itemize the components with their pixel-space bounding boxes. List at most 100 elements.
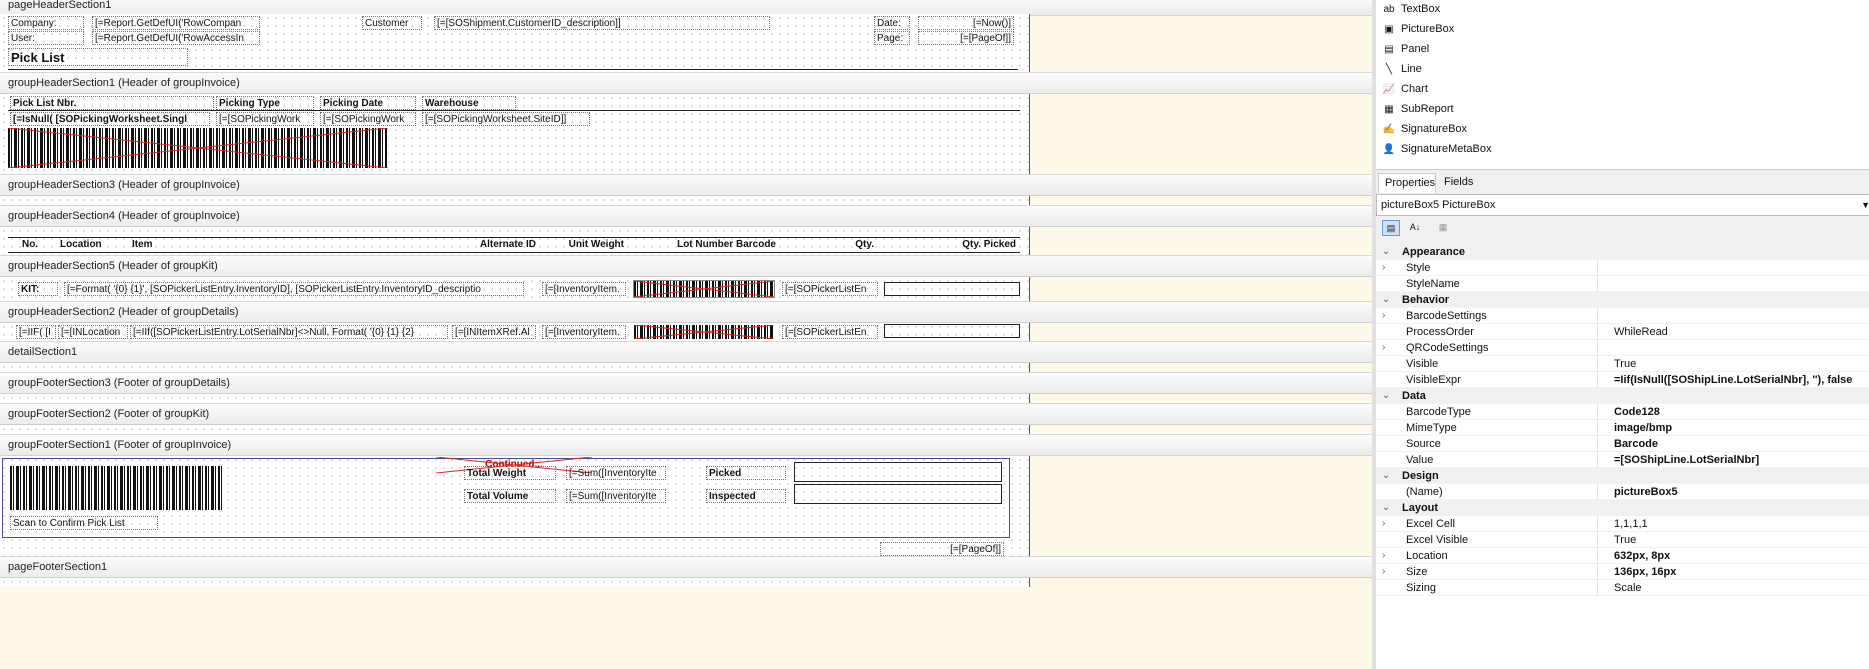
picking-date-label[interactable]: Picking Date <box>320 96 416 110</box>
kit-qty-box[interactable] <box>884 282 1020 296</box>
property-value[interactable]: Scale <box>1614 580 1869 596</box>
total-weight-value[interactable]: [=Sum([InventoryIte <box>566 466 666 480</box>
page-title[interactable]: Pick List <box>8 48 188 66</box>
object-selector[interactable]: pictureBox5 PictureBox ▼ <box>1376 194 1869 216</box>
col-location[interactable]: Location <box>58 238 128 252</box>
collapse-icon[interactable]: ⌄ <box>1382 388 1392 404</box>
toolbox-item-signaturemetabox[interactable]: 👤 SignatureMetaBox <box>1382 140 1492 158</box>
customer-label[interactable]: Customer <box>362 16 422 30</box>
section-group-header-2[interactable]: [=IIF( [I [=[INLocation [=IIf([SOPickerL… <box>0 323 1030 341</box>
property-row[interactable]: VisibleExpr =Iif(IsNull([SOShipLine.LotSe… <box>1376 372 1869 388</box>
property-value[interactable]: =Iif(IsNull([SOShipLine.LotSerialNbr], '… <box>1614 372 1869 388</box>
property-row[interactable]: BarcodeType Code128 <box>1376 404 1869 420</box>
property-category[interactable]: ⌄ Layout <box>1376 500 1869 516</box>
property-value[interactable]: Code128 <box>1614 404 1869 420</box>
inspected-label[interactable]: Inspected <box>706 489 786 503</box>
property-row[interactable]: ProcessOrder WhileRead <box>1376 324 1869 340</box>
section-group-header-4[interactable]: No. Location Item Alternate ID Unit Weig… <box>0 227 1030 255</box>
col-alternate-id[interactable]: Alternate ID <box>452 238 538 252</box>
property-value[interactable]: pictureBox5 <box>1614 484 1869 500</box>
expand-icon[interactable]: › <box>1382 340 1392 356</box>
band-group-header-3[interactable]: groupHeaderSection3 (Header of groupInvo… <box>0 174 1372 196</box>
expand-icon[interactable]: › <box>1382 260 1392 276</box>
kit-format-value[interactable]: [=Format( '{0} {1}', [SOPickerListEntry.… <box>64 282 524 296</box>
section-detail[interactable] <box>0 363 1030 372</box>
property-value[interactable]: True <box>1614 356 1869 372</box>
band-group-footer-2[interactable]: groupFooterSection2 (Footer of groupKit) <box>0 403 1372 425</box>
confirm-pick-list-barcode[interactable] <box>10 466 222 510</box>
property-category[interactable]: ⌄ Appearance <box>1376 244 1869 260</box>
col-unit-weight[interactable]: Unit Weight <box>544 238 626 252</box>
header-divider[interactable] <box>8 69 1018 70</box>
property-value[interactable]: =[SOShipLine.LotSerialNbr] <box>1614 452 1869 468</box>
property-row[interactable]: Excel Visible True <box>1376 532 1869 548</box>
section-group-footer-2[interactable] <box>0 425 1030 434</box>
kit-barcode[interactable] <box>633 280 775 298</box>
expand-icon[interactable]: › <box>1382 548 1392 564</box>
user-value[interactable]: [=Report.GetDefUI('RowAccessIn <box>92 31 260 45</box>
footer-page-of-value[interactable]: [=[PageOf]] <box>880 542 1004 556</box>
section-group-footer-1[interactable]: Scan to Confirm Pick List Continued... T… <box>0 456 1030 556</box>
initemxref-value[interactable]: [=[INItemXRef.Al <box>452 325 536 339</box>
property-value[interactable]: WhileRead <box>1614 324 1869 340</box>
section-group-header-3[interactable] <box>0 196 1030 205</box>
band-group-header-2[interactable]: groupHeaderSection2 (Header of groupDeta… <box>0 301 1372 323</box>
lot-serial-format-value[interactable]: [=IIf([SOPickerListEntry.LotSerialNbr]<>… <box>130 325 448 339</box>
col-item[interactable]: Item <box>130 238 450 252</box>
expand-icon[interactable]: › <box>1382 564 1392 580</box>
total-weight-label[interactable]: Total Weight <box>464 466 556 480</box>
col-no[interactable]: No. <box>20 238 50 252</box>
col-qty-picked[interactable]: Qty. Picked <box>884 238 1018 252</box>
warehouse-label[interactable]: Warehouse <box>422 96 516 110</box>
picked-signature-box[interactable] <box>794 462 1002 482</box>
band-group-footer-3[interactable]: groupFooterSection3 (Footer of groupDeta… <box>0 372 1372 394</box>
property-row[interactable]: › Excel Cell 1,1,1,1 <box>1376 516 1869 532</box>
property-row[interactable]: Source Barcode <box>1376 436 1869 452</box>
picking-date-value[interactable]: [=[SOPickingWork <box>320 112 416 126</box>
company-label[interactable]: Company: <box>8 16 84 30</box>
kit-picker-list-value[interactable]: [=[SOPickerListEn <box>782 282 878 296</box>
detail-picker-list-value[interactable]: [=[SOPickerListEn <box>782 325 878 339</box>
picked-label[interactable]: Picked <box>706 466 786 480</box>
property-row[interactable]: › Style <box>1376 260 1869 276</box>
section-group-header-1[interactable]: Pick List Nbr. Picking Type Picking Date… <box>0 94 1030 174</box>
scan-to-confirm-label[interactable]: Scan to Confirm Pick List <box>10 516 158 530</box>
page-value[interactable]: [=[PageOf]] <box>918 31 1014 45</box>
categorized-sort-icon[interactable]: ▤ <box>1382 220 1400 236</box>
collapse-icon[interactable]: ⌄ <box>1382 292 1392 308</box>
lot-number-barcode[interactable] <box>634 325 774 339</box>
column-header-bottomline[interactable] <box>8 252 1020 253</box>
company-value[interactable]: [=Report.GetDefUI('RowCompan <box>92 16 260 30</box>
toolbox-item-signaturebox[interactable]: ✍ SignatureBox <box>1382 120 1467 138</box>
kit-inventory-item-value[interactable]: [=[InventoryItem. <box>542 282 626 296</box>
property-row[interactable]: › Location 632px, 8px <box>1376 548 1869 564</box>
detail-inventory-item-value[interactable]: [=[InventoryItem. <box>542 325 626 339</box>
property-row[interactable]: StyleName <box>1376 276 1869 292</box>
band-page-footer[interactable]: pageFooterSection1 <box>0 556 1372 578</box>
page-label[interactable]: Page: <box>874 31 910 45</box>
expand-icon[interactable]: › <box>1382 516 1392 532</box>
tab-properties[interactable]: Properties <box>1378 173 1436 193</box>
inlocation-value[interactable]: [=[INLocation <box>58 325 128 339</box>
toolbox-item-panel[interactable]: ▤ Panel <box>1382 40 1429 58</box>
customer-value[interactable]: [=[SOShipment.CustomerID_description]] <box>434 16 770 30</box>
kit-label[interactable]: KIT: <box>18 282 58 296</box>
col-lot-number-barcode[interactable]: Lot Number Barcode <box>632 238 778 252</box>
tab-fields[interactable]: Fields <box>1438 173 1478 193</box>
detail-qty-box[interactable] <box>884 324 1020 338</box>
total-volume-value[interactable]: [=Sum([InventoryIte <box>566 489 666 503</box>
property-value[interactable]: 632px, 8px <box>1614 548 1869 564</box>
toolbox-item-chart[interactable]: 📈 Chart <box>1382 80 1428 98</box>
property-value[interactable]: True <box>1614 532 1869 548</box>
band-group-header-4[interactable]: groupHeaderSection4 (Header of groupInvo… <box>0 205 1372 227</box>
band-detail[interactable]: detailSection1 <box>0 341 1372 363</box>
alphabetical-sort-icon[interactable]: A↓ <box>1406 220 1424 236</box>
toolbox-item-subreport[interactable]: ▦ SubReport <box>1382 100 1453 118</box>
warehouse-value[interactable]: [=[SOPickingWorksheet.SiteID]] <box>422 112 590 126</box>
section-group-header-5[interactable]: KIT: [=Format( '{0} {1}', [SOPickerListE… <box>0 277 1030 301</box>
property-row[interactable]: Value =[SOShipLine.LotSerialNbr] <box>1376 452 1869 468</box>
property-row[interactable]: › QRCodeSettings <box>1376 340 1869 356</box>
property-value[interactable]: Barcode <box>1614 436 1869 452</box>
band-group-footer-1[interactable]: groupFooterSection1 (Footer of groupInvo… <box>0 434 1372 456</box>
collapse-icon[interactable]: ⌄ <box>1382 468 1392 484</box>
